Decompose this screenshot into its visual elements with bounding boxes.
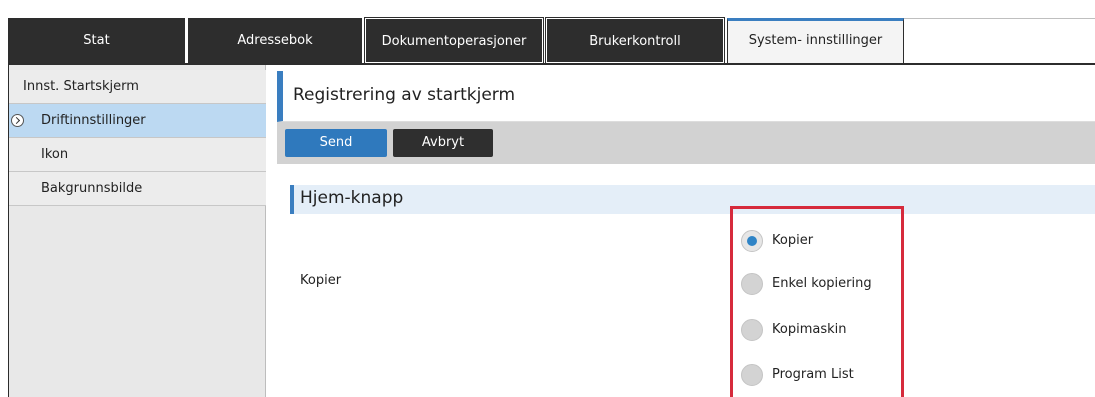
tab-bar-filler <box>904 18 1095 63</box>
page-title-bar: Registrering av startkjerm <box>277 71 1095 122</box>
tab-bar: Stat Adressebok Dokumentoperasjoner Bruk… <box>0 0 1095 65</box>
section-title: Hjem-knapp <box>300 188 404 208</box>
sidebar: Innst. Startskjerm Driftinnstillinger Ik… <box>8 65 266 397</box>
tab-adressebok[interactable]: Adressebok <box>188 18 362 63</box>
sidebar-item-innst-startskjerm[interactable]: Innst. Startskjerm <box>9 70 266 104</box>
page-title: Registrering av startkjerm <box>293 85 516 105</box>
send-button[interactable]: Send <box>285 129 387 157</box>
cancel-button[interactable]: Avbryt <box>393 129 493 157</box>
chevron-right-icon <box>11 114 24 127</box>
sidebar-item-bakgrunnsbilde[interactable]: Bakgrunnsbilde <box>9 172 266 206</box>
sidebar-item-ikon[interactable]: Ikon <box>9 138 266 172</box>
option-label: Kopimaskin <box>772 322 847 337</box>
tab-stat[interactable]: Stat <box>8 18 185 63</box>
section-header: Hjem-knapp <box>290 185 1095 214</box>
option-label: Enkel kopiering <box>772 276 872 291</box>
action-bar: Send Avbryt <box>277 122 1095 164</box>
sidebar-item-driftinnstillinger[interactable]: Driftinnstillinger <box>9 104 266 138</box>
radio-unselected[interactable] <box>741 273 763 295</box>
sidebar-item-label: Driftinnstillinger <box>41 113 146 128</box>
radio-selected[interactable] <box>741 230 763 252</box>
tab-dokumentoperasjoner[interactable]: Dokumentoperasjoner <box>364 17 544 64</box>
radio-unselected[interactable] <box>741 319 763 341</box>
radio-unselected[interactable] <box>741 364 763 386</box>
option-label: Program List <box>772 367 854 382</box>
option-label: Kopier <box>772 233 814 248</box>
tab-system-innstillinger[interactable]: System- innstillinger <box>727 18 904 65</box>
field-label-kopier: Kopier <box>300 273 342 288</box>
tab-brukerkontroll[interactable]: Brukerkontroll <box>545 17 725 64</box>
